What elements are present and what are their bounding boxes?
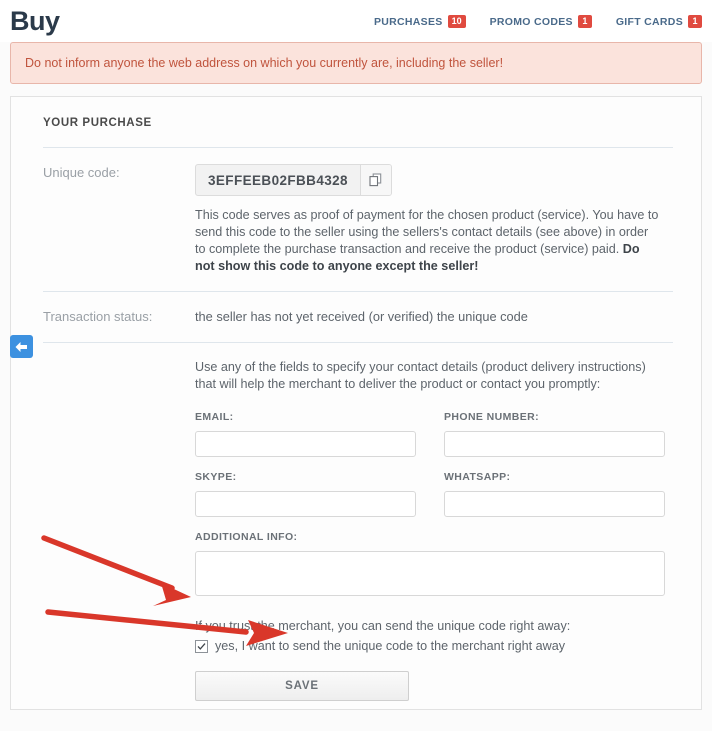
additional-info-textarea[interactable] <box>195 551 665 596</box>
nav-badge-purchases: 10 <box>447 15 466 28</box>
contact-fields-grid: EMAIL: PHONE NUMBER: SKYPE: WHATSAPP: AD… <box>195 409 665 612</box>
trust-merchant-text: If you trust the merchant, you can send … <box>195 619 571 633</box>
contact-details-row: Use any of the fields to specify your co… <box>43 343 673 717</box>
email-input[interactable] <box>195 431 416 457</box>
nav-item-promo-codes[interactable]: PROMO CODES 1 <box>490 15 592 28</box>
contact-details-intro: Use any of the fields to specify your co… <box>195 360 646 391</box>
unique-code-note: This code serves as proof of payment for… <box>195 207 660 275</box>
field-email: EMAIL: <box>195 409 416 457</box>
nav-badge-gift-cards: 1 <box>688 15 702 28</box>
warning-alert-banner: Do not inform anyone the web address on … <box>10 42 702 84</box>
arrow-left-icon[interactable] <box>10 335 33 358</box>
nav-label-purchases: PURCHASES <box>373 15 443 28</box>
unique-code-label: Unique code: <box>43 165 120 180</box>
send-code-checkbox-row: yes, I want to send the unique code to t… <box>195 638 673 655</box>
site-header: Buy PURCHASES 10 PROMO CODES 1 GIFT CARD… <box>0 0 712 42</box>
unique-code-row: Unique code: 3EFFEEB02FBB4328 This code … <box>43 148 673 291</box>
warning-alert-text: Do not inform anyone the web address on … <box>25 56 504 70</box>
unique-code-field: 3EFFEEB02FBB4328 <box>195 164 392 196</box>
field-phone-number: PHONE NUMBER: <box>444 409 665 457</box>
field-label-phone-number: PHONE NUMBER: <box>444 411 540 423</box>
copy-icon[interactable] <box>359 165 391 195</box>
page-root: Buy PURCHASES 10 PROMO CODES 1 GIFT CARD… <box>0 0 712 731</box>
unique-code-value[interactable]: 3EFFEEB02FBB4328 <box>196 165 360 195</box>
save-button[interactable]: SAVE <box>195 671 409 701</box>
purchase-card: YOUR PURCHASE Unique code: 3EFFEEB02FBB4… <box>10 96 702 710</box>
nav-label-gift-cards: GIFT CARDS <box>615 15 683 28</box>
field-label-additional-info: ADDITIONAL INFO: <box>195 531 298 543</box>
nav-badge-promo-codes: 1 <box>577 15 592 28</box>
field-label-email: EMAIL: <box>195 411 234 423</box>
field-whatsapp: WHATSAPP: <box>444 469 665 517</box>
phone-number-input[interactable] <box>444 431 665 457</box>
nav-item-gift-cards[interactable]: GIFT CARDS 1 <box>616 15 702 28</box>
contact-details-label-spacer <box>43 359 195 701</box>
main-navigation: PURCHASES 10 PROMO CODES 1 GIFT CARDS 1 <box>374 15 702 28</box>
send-code-checkbox-label[interactable]: yes, I want to send the unique code to t… <box>215 638 565 655</box>
transaction-status-row: Transaction status: the seller has not y… <box>43 292 673 342</box>
nav-item-purchases[interactable]: PURCHASES 10 <box>374 15 466 28</box>
transaction-status-value: the seller has not yet received (or veri… <box>195 309 528 324</box>
section-title-your-purchase: YOUR PURCHASE <box>43 117 152 129</box>
nav-label-promo-codes: PROMO CODES <box>489 15 573 28</box>
send-code-checkbox[interactable] <box>195 640 208 653</box>
field-label-whatsapp: WHATSAPP: <box>444 471 511 483</box>
unique-code-body: 3EFFEEB02FBB4328 This code serves as pro… <box>195 164 673 275</box>
skype-input[interactable] <box>195 491 416 517</box>
unique-code-note-text: This code serves as proof of payment for… <box>195 208 659 256</box>
site-logo[interactable]: Buy <box>10 6 60 36</box>
field-skype: SKYPE: <box>195 469 416 517</box>
field-additional-info: ADDITIONAL INFO: <box>195 529 665 600</box>
field-label-skype: SKYPE: <box>195 471 237 483</box>
transaction-status-label: Transaction status: <box>43 309 153 324</box>
contact-details-body: Use any of the fields to specify your co… <box>195 359 673 701</box>
whatsapp-input[interactable] <box>444 491 665 517</box>
